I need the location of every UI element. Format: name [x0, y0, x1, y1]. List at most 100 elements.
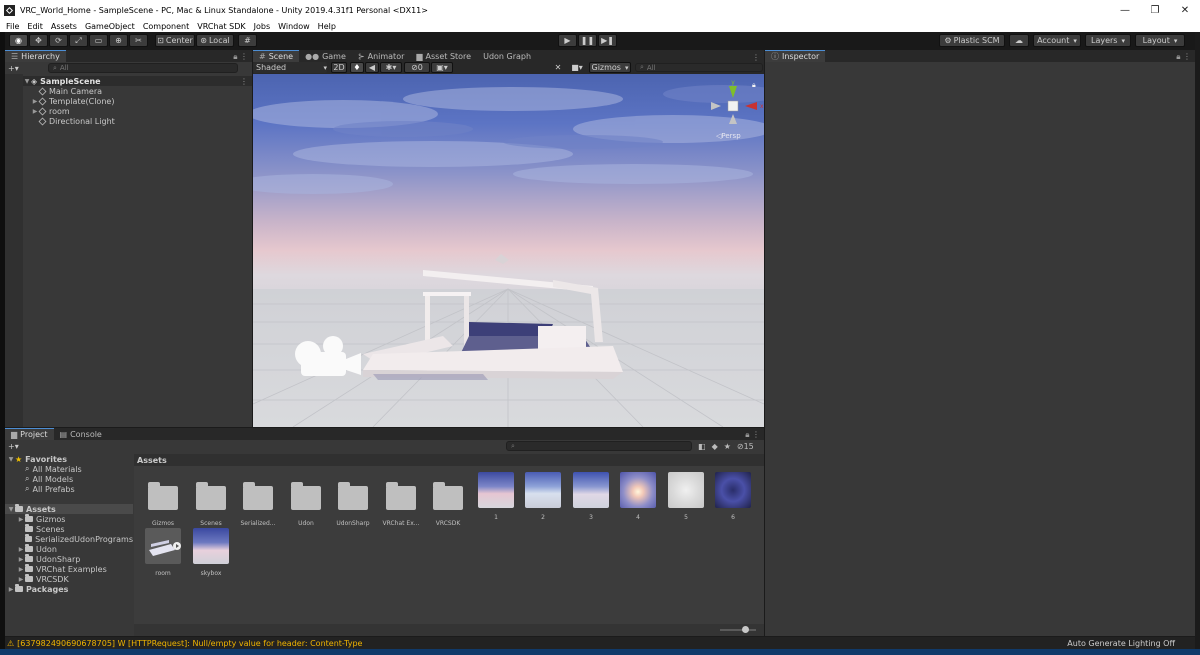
hidden-packages-toggle[interactable]: ⊘15 — [737, 442, 754, 451]
tab-inspector[interactable]: ⓘ Inspector — [765, 50, 826, 62]
tab-animator[interactable]: ⊱ Animator — [352, 50, 410, 62]
scene-viewport[interactable]: y x 🔒︎ ◁Persp — [253, 74, 764, 427]
scene-menu-icon[interactable]: ⋮ — [240, 77, 252, 86]
menu-help[interactable]: Help — [318, 22, 336, 31]
asset-folder-vrcsdk[interactable]: VRCSDK — [428, 478, 468, 527]
menu-window[interactable]: Window — [278, 22, 310, 31]
expand-arrow-icon[interactable]: ▶ — [17, 556, 25, 563]
expand-arrow-icon[interactable]: ▶ — [17, 546, 25, 553]
tree-folder-vrcsdk[interactable]: ▶ VRCSDK — [5, 574, 133, 584]
filter-type-icon[interactable]: ◧ — [698, 442, 706, 451]
shading-dropdown[interactable]: Shaded — [253, 62, 327, 73]
asset-sky-1[interactable]: 1 — [476, 472, 516, 521]
hierarchy-add-button[interactable]: +▾ — [8, 64, 48, 73]
favorites-row[interactable]: ▼ ★ Favorites — [5, 454, 133, 464]
menu-jobs[interactable]: Jobs — [254, 22, 271, 31]
asset-sky-5[interactable]: 5 — [666, 472, 706, 521]
scene-camera-dropdown[interactable]: ▣▾ — [431, 62, 453, 73]
packages-row[interactable]: ▶ Packages — [5, 584, 133, 594]
expand-arrow-icon[interactable]: ▼ — [23, 78, 31, 85]
project-search-input[interactable]: ⌕ — [506, 441, 692, 451]
scene-search-input[interactable]: ⌕ All — [635, 63, 763, 72]
hierarchy-item-main-camera[interactable]: Main Camera — [5, 86, 252, 96]
hierarchy-item-template-clone[interactable]: ▶ Template(Clone) — [5, 96, 252, 106]
pivot-center-button[interactable]: ⊡ Center — [155, 34, 195, 47]
hierarchy-item-directional-light[interactable]: Directional Light — [5, 116, 252, 126]
asset-sky-4[interactable]: 4 — [618, 472, 658, 521]
hand-tool-button[interactable]: ◉ — [9, 34, 28, 47]
expand-arrow-icon[interactable]: ▶ — [7, 586, 15, 593]
expand-arrow-icon[interactable]: ▶ — [17, 566, 25, 573]
asset-sky-3[interactable]: 3 — [571, 472, 611, 521]
lighting-toggle[interactable]: ♦ — [350, 62, 364, 73]
menu-vrchat-sdk[interactable]: VRChat SDK — [197, 22, 245, 31]
favorite-all-materials[interactable]: ⌕ All Materials — [5, 464, 133, 474]
menu-edit[interactable]: Edit — [27, 22, 43, 31]
hidden-objects-toggle[interactable]: ⊘ 0 — [404, 62, 430, 73]
asset-room-model[interactable]: room — [143, 528, 183, 577]
hierarchy-item-room[interactable]: ▶ room — [5, 106, 252, 116]
tab-asset-store[interactable]: ▆ Asset Store — [410, 50, 477, 62]
asset-skybox-material[interactable]: skybox — [191, 528, 231, 577]
menu-file[interactable]: File — [6, 22, 19, 31]
rect-tool-button[interactable]: ▭ — [89, 34, 108, 47]
expand-arrow-icon[interactable]: ▶ — [17, 576, 25, 583]
menu-gameobject[interactable]: GameObject — [85, 22, 135, 31]
tree-folder-udon[interactable]: ▶ Udon — [5, 544, 133, 554]
maximize-button[interactable]: ❐ — [1140, 5, 1170, 16]
layers-dropdown[interactable]: Layers — [1085, 34, 1131, 47]
expand-arrow-icon[interactable]: ▼ — [7, 456, 15, 463]
scene-menu-icon[interactable]: ⋮ — [752, 53, 764, 62]
custom-tool-button[interactable]: ✂ — [129, 34, 148, 47]
tree-folder-scenes[interactable]: Scenes — [5, 524, 133, 534]
tools-button[interactable]: ✕ — [551, 62, 565, 73]
asset-sky-6[interactable]: 6 — [713, 472, 753, 521]
breadcrumb[interactable]: Assets — [134, 454, 764, 466]
filter-label-icon[interactable]: ◆ — [712, 442, 718, 451]
plastic-scm-button[interactable]: ⚙ Plastic SCM — [939, 34, 1005, 47]
expand-arrow-icon[interactable]: ▼ — [7, 506, 15, 513]
scene-root-row[interactable]: ▼ ◈ SampleScene ⋮ — [5, 76, 252, 86]
audio-toggle[interactable]: ◀ — [365, 62, 379, 73]
hierarchy-search-input[interactable]: ⌕ All — [48, 63, 238, 73]
inspector-lock-icon[interactable]: 🔒︎ ⋮ — [1176, 52, 1195, 62]
tab-console[interactable]: ▤ Console — [54, 428, 108, 440]
rotate-tool-button[interactable]: ⟳ — [49, 34, 68, 47]
tree-folder-udonsharp[interactable]: ▶ UdonSharp — [5, 554, 133, 564]
grid-snap-button[interactable]: # — [238, 34, 257, 47]
favorite-all-prefabs[interactable]: ⌕ All Prefabs — [5, 484, 133, 494]
gizmos-dropdown[interactable]: Gizmos — [589, 62, 631, 73]
tab-project[interactable]: ▆ Project — [5, 428, 54, 440]
favorite-star-icon[interactable]: ★ — [724, 442, 731, 451]
asset-folder-serialized[interactable]: Serialized... — [238, 478, 278, 527]
asset-folder-udonsharp[interactable]: UdonSharp — [333, 478, 373, 527]
tab-udon-graph[interactable]: Udon Graph — [477, 50, 537, 62]
tab-scene[interactable]: # Scene — [253, 50, 300, 62]
close-button[interactable]: ✕ — [1170, 5, 1200, 16]
tab-hierarchy[interactable]: ☰ Hierarchy — [5, 50, 66, 62]
tab-game[interactable]: ●● Game — [299, 50, 352, 62]
asset-folder-scenes[interactable]: Scenes — [191, 478, 231, 527]
zoom-slider[interactable] — [720, 626, 756, 633]
expand-arrow-icon[interactable]: ▶ — [17, 516, 25, 523]
auto-lighting-status[interactable]: Auto Generate Lighting Off — [1067, 639, 1195, 648]
mode-2d-toggle[interactable]: 2D — [331, 62, 347, 73]
project-add-button[interactable]: +▾ — [8, 442, 48, 451]
pivot-local-button[interactable]: ⊛ Local — [196, 34, 234, 47]
asset-sky-2[interactable]: 2 — [523, 472, 563, 521]
minimize-button[interactable]: — — [1110, 5, 1140, 16]
tree-folder-vrchat-examples[interactable]: ▶ VRChat Examples — [5, 564, 133, 574]
hierarchy-lock-icon[interactable]: 🔒︎ ⋮ — [233, 52, 252, 62]
tree-folder-serialized[interactable]: SerializedUdonPrograms — [5, 534, 133, 544]
camera-dropdown[interactable]: ■▾ — [567, 62, 587, 73]
transform-tool-button[interactable]: ⊕ — [109, 34, 128, 47]
persp-label[interactable]: ◁Persp — [716, 132, 741, 140]
asset-folder-vrchat-examples[interactable]: VRChat Ex... — [381, 478, 421, 527]
move-tool-button[interactable]: ✥ — [29, 34, 48, 47]
assets-root-row[interactable]: ▼ Assets — [5, 504, 133, 514]
zoom-slider-handle[interactable] — [741, 626, 749, 633]
account-dropdown[interactable]: Account — [1033, 34, 1081, 47]
asset-folder-gizmos[interactable]: Gizmos — [143, 478, 183, 527]
play-button[interactable]: ▶ — [558, 34, 577, 47]
scale-tool-button[interactable]: ⤢ — [69, 34, 88, 47]
